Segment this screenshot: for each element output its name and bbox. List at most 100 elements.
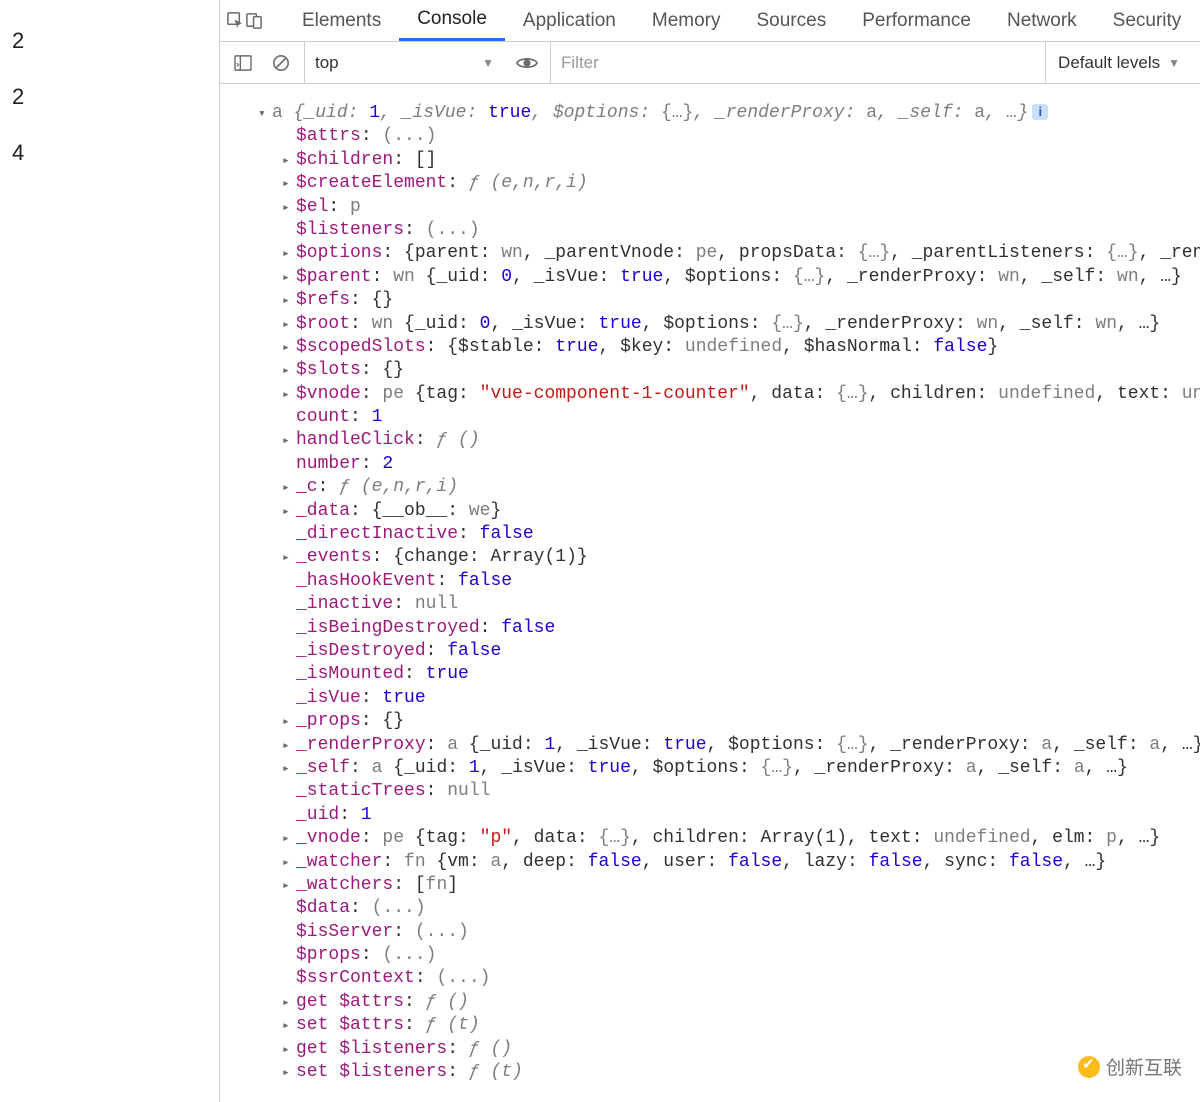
disclosure-triangle-icon[interactable] <box>282 757 296 780</box>
devtools-tabbar: ElementsConsoleApplicationMemorySourcesP… <box>220 0 1200 42</box>
object-property[interactable]: _events: {change: Array(1)} <box>258 546 1200 569</box>
object-property[interactable]: _c: ƒ (e,n,r,i) <box>258 476 1200 499</box>
chevron-down-icon: ▼ <box>482 56 494 70</box>
disclosure-triangle-icon[interactable] <box>282 734 296 757</box>
disclosure-triangle-icon[interactable] <box>282 1061 296 1084</box>
filter-input[interactable] <box>551 53 1037 73</box>
disclosure-triangle-icon[interactable] <box>282 710 296 733</box>
disclosure-triangle-icon[interactable] <box>282 149 296 172</box>
object-property[interactable]: $listeners: (...) <box>258 219 1200 242</box>
object-property[interactable]: _watcher: fn {vm: a, deep: false, user: … <box>258 851 1200 874</box>
object-property[interactable]: handleClick: ƒ () <box>258 429 1200 452</box>
tab-memory[interactable]: Memory <box>634 0 739 41</box>
page-value: 4 <box>12 140 207 166</box>
disclosure-triangle-icon[interactable] <box>282 196 296 219</box>
object-property[interactable]: _uid: 1 <box>258 804 1200 827</box>
live-expression-icon[interactable] <box>512 55 542 71</box>
object-header[interactable]: a {_uid: 1, _isVue: true, $options: {…},… <box>258 102 1200 125</box>
object-property[interactable]: set $listeners: ƒ (t) <box>258 1061 1200 1084</box>
disclosure-triangle-icon[interactable] <box>282 1014 296 1037</box>
object-property[interactable]: $slots: {} <box>258 359 1200 382</box>
object-property[interactable]: $refs: {} <box>258 289 1200 312</box>
filter-box <box>550 42 1037 83</box>
console-toolbar: top ▼ Default levels ▼ <box>220 42 1200 84</box>
tab-elements[interactable]: Elements <box>284 0 399 41</box>
object-property[interactable]: get $listeners: ƒ () <box>258 1038 1200 1061</box>
disclosure-triangle-icon[interactable] <box>282 313 296 336</box>
page-value: 2 <box>12 28 207 54</box>
object-property[interactable]: $children: [] <box>258 149 1200 172</box>
object-property[interactable]: _directInactive: false <box>258 523 1200 546</box>
tab-security[interactable]: Security <box>1095 0 1200 41</box>
object-property[interactable]: $createElement: ƒ (e,n,r,i) <box>258 172 1200 195</box>
watermark-logo-icon <box>1078 1056 1100 1078</box>
disclosure-triangle-icon[interactable] <box>282 336 296 359</box>
object-property[interactable]: _inactive: null <box>258 593 1200 616</box>
object-property[interactable]: _hasHookEvent: false <box>258 570 1200 593</box>
disclosure-triangle-icon[interactable] <box>282 500 296 523</box>
object-property[interactable]: _data: {__ob__: we} <box>258 500 1200 523</box>
object-property[interactable]: _isBeingDestroyed: false <box>258 617 1200 640</box>
object-property[interactable]: $vnode: pe {tag: "vue-component-1-counte… <box>258 383 1200 406</box>
clear-console-icon[interactable] <box>266 54 296 72</box>
watermark: 创新互联 <box>1078 1053 1182 1080</box>
console-output[interactable]: a {_uid: 1, _isVue: true, $options: {…},… <box>220 84 1200 1102</box>
chevron-down-icon: ▼ <box>1168 56 1180 70</box>
object-property[interactable]: $ssrContext: (...) <box>258 967 1200 990</box>
object-property[interactable]: $root: wn {_uid: 0, _isVue: true, $optio… <box>258 313 1200 336</box>
devtools-panel: ElementsConsoleApplicationMemorySourcesP… <box>219 0 1200 1102</box>
disclosure-triangle-icon[interactable] <box>258 102 272 125</box>
object-property[interactable]: $scopedSlots: {$stable: true, $key: unde… <box>258 336 1200 359</box>
page-content: 2 2 4 <box>0 0 219 1102</box>
disclosure-triangle-icon[interactable] <box>282 289 296 312</box>
disclosure-triangle-icon[interactable] <box>282 851 296 874</box>
object-property[interactable]: $props: (...) <box>258 944 1200 967</box>
disclosure-triangle-icon[interactable] <box>282 476 296 499</box>
disclosure-triangle-icon[interactable] <box>282 383 296 406</box>
tab-sources[interactable]: Sources <box>739 0 845 41</box>
object-property[interactable]: _props: {} <box>258 710 1200 733</box>
object-property[interactable]: get $attrs: ƒ () <box>258 991 1200 1014</box>
object-property[interactable]: _watchers: [fn] <box>258 874 1200 897</box>
object-property[interactable]: _isMounted: true <box>258 663 1200 686</box>
object-property[interactable]: _isVue: true <box>258 687 1200 710</box>
page-value: 2 <box>12 84 207 110</box>
context-label: top <box>315 53 339 73</box>
watermark-text: 创新互联 <box>1106 1053 1182 1080</box>
disclosure-triangle-icon[interactable] <box>282 429 296 452</box>
tab-application[interactable]: Application <box>505 0 634 41</box>
tab-console[interactable]: Console <box>399 0 505 41</box>
object-property[interactable]: _isDestroyed: false <box>258 640 1200 663</box>
execution-context-selector[interactable]: top ▼ <box>304 42 504 83</box>
show-console-sidebar-icon[interactable] <box>228 55 258 71</box>
info-badge-icon[interactable]: i <box>1032 104 1048 120</box>
object-property[interactable]: set $attrs: ƒ (t) <box>258 1014 1200 1037</box>
levels-label: Default levels <box>1058 53 1160 73</box>
inspect-element-icon[interactable] <box>226 11 245 30</box>
object-property[interactable]: $el: p <box>258 196 1200 219</box>
object-property[interactable]: $data: (...) <box>258 897 1200 920</box>
object-property[interactable]: count: 1 <box>258 406 1200 429</box>
device-toolbar-icon[interactable] <box>245 11 264 30</box>
disclosure-triangle-icon[interactable] <box>282 266 296 289</box>
object-property[interactable]: $parent: wn {_uid: 0, _isVue: true, $opt… <box>258 266 1200 289</box>
disclosure-triangle-icon[interactable] <box>282 172 296 195</box>
object-property[interactable]: _vnode: pe {tag: "p", data: {…}, childre… <box>258 827 1200 850</box>
disclosure-triangle-icon[interactable] <box>282 546 296 569</box>
disclosure-triangle-icon[interactable] <box>282 242 296 265</box>
disclosure-triangle-icon[interactable] <box>282 991 296 1014</box>
object-property[interactable]: number: 2 <box>258 453 1200 476</box>
object-property[interactable]: $isServer: (...) <box>258 921 1200 944</box>
log-levels-selector[interactable]: Default levels ▼ <box>1045 42 1192 83</box>
disclosure-triangle-icon[interactable] <box>282 874 296 897</box>
disclosure-triangle-icon[interactable] <box>282 1038 296 1061</box>
tab-performance[interactable]: Performance <box>844 0 989 41</box>
object-property[interactable]: _renderProxy: a {_uid: 1, _isVue: true, … <box>258 734 1200 757</box>
object-property[interactable]: _self: a {_uid: 1, _isVue: true, $option… <box>258 757 1200 780</box>
disclosure-triangle-icon[interactable] <box>282 827 296 850</box>
object-property[interactable]: $attrs: (...) <box>258 125 1200 148</box>
tab-network[interactable]: Network <box>989 0 1095 41</box>
disclosure-triangle-icon[interactable] <box>282 359 296 382</box>
object-property[interactable]: _staticTrees: null <box>258 780 1200 803</box>
object-property[interactable]: $options: {parent: wn, _parentVnode: pe,… <box>258 242 1200 265</box>
